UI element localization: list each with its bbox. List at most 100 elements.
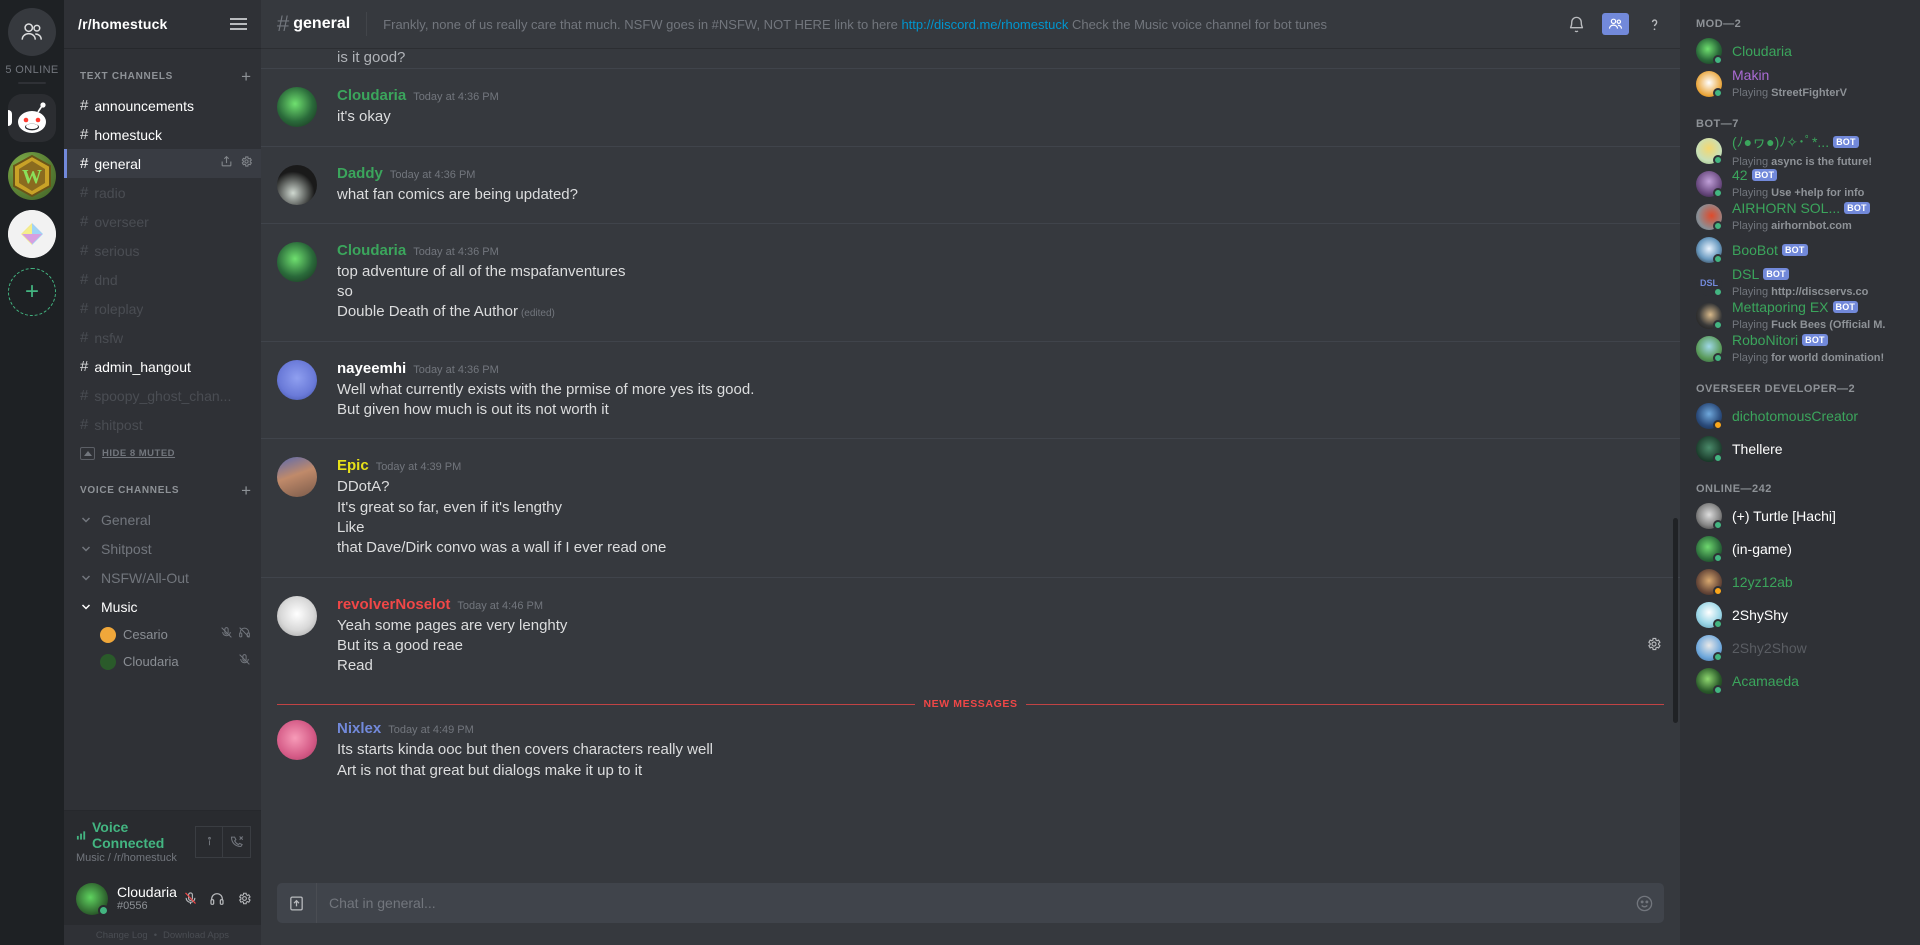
invite-icon[interactable] [220, 155, 233, 173]
guild-icon-reddit[interactable] [8, 94, 56, 142]
sidebar-item-general[interactable]: # general [64, 149, 261, 178]
avatar[interactable] [277, 241, 317, 282]
member-item[interactable]: Thellere [1680, 432, 1920, 465]
guild-icon-pastel[interactable] [8, 210, 56, 258]
sidebar-item-spoopy-ghost-chan[interactable]: # spoopy_ghost_chan... [64, 381, 261, 410]
avatar [1696, 137, 1723, 165]
bell-icon[interactable] [1567, 15, 1586, 34]
upload-icon[interactable] [277, 883, 317, 923]
sidebar-item-nsfw[interactable]: # nsfw [64, 323, 261, 352]
sidebar-item-radio[interactable]: # radio [64, 178, 261, 207]
change-log-link[interactable]: Change Log [96, 930, 148, 941]
message-line: Yeah some pages are very lenghty [337, 616, 568, 634]
message-author[interactable]: revolverNoselot [337, 596, 450, 613]
member-item[interactable]: 2Shy2Show [1680, 631, 1920, 664]
message-timestamp: Today at 4:39 PM [375, 461, 462, 474]
help-icon[interactable] [1645, 15, 1664, 34]
sidebar-item-overseer[interactable]: # overseer [64, 207, 261, 236]
text-channels-category[interactable]: TEXT CHANNELS + [64, 64, 261, 88]
signal-icon [76, 831, 86, 840]
member-name: dichotomousCreator [1732, 407, 1859, 424]
headphones-icon[interactable] [204, 884, 231, 914]
message-composer[interactable]: Chat in general... [277, 883, 1664, 923]
voice-channel-general[interactable]: General [64, 505, 261, 534]
member-item[interactable]: 2ShyShy [1680, 598, 1920, 631]
mic-muted-icon[interactable] [177, 884, 204, 914]
hide-muted-button[interactable]: HIDE 8 MUTED [64, 442, 261, 465]
avatar[interactable] [277, 87, 317, 128]
add-voice-channel-icon[interactable]: + [241, 482, 251, 499]
sidebar-item-shitpost[interactable]: # shitpost [64, 410, 261, 439]
add-server-button[interactable]: + [8, 268, 56, 316]
voice-channels-category[interactable]: VOICE CHANNELS + [64, 478, 261, 502]
voice-channel-nsfw-all-out[interactable]: NSFW/All-Out [64, 563, 261, 592]
sidebar-item-admin-hangout[interactable]: # admin_hangout [64, 352, 261, 381]
guild-header[interactable]: /r/homestuck [64, 0, 261, 48]
member-item[interactable]: Makin Playing StreetFighterV [1680, 67, 1920, 100]
member-list[interactable]: MOD—2 Cloudaria Makin Playing StreetFigh… [1680, 0, 1920, 945]
avatar [1696, 203, 1723, 231]
member-item[interactable]: BooBot BOT [1680, 233, 1920, 266]
members-icon[interactable] [1602, 13, 1629, 35]
member-item[interactable]: Cloudaria [1680, 34, 1920, 67]
download-apps-link[interactable]: Download Apps [163, 930, 229, 941]
voice-channel-music[interactable]: Music [64, 592, 261, 621]
message-author[interactable]: Daddy [337, 165, 383, 182]
activity-prefix: Playing [1732, 219, 1772, 232]
message-scroll[interactable]: is it good? Cloudaria Today at 4:36 PM i… [261, 48, 1680, 883]
disconnect-call-icon[interactable] [223, 825, 251, 858]
channel-list: TEXT CHANNELS + # announcements # homest… [64, 48, 261, 810]
message-input[interactable]: Chat in general... [317, 895, 1624, 911]
member-item[interactable]: AIRHORN SOL... BOT Playing airhornbot.com [1680, 200, 1920, 233]
hamburger-menu-icon[interactable] [230, 18, 247, 30]
avatar[interactable] [277, 720, 317, 761]
member-item[interactable]: (ﾉ●ヮ●)ﾉ✧･ﾟ*... BOT Playing async is the f… [1680, 133, 1920, 168]
add-text-channel-icon[interactable]: + [241, 68, 251, 85]
sidebar-item-roleplay[interactable]: # roleplay [64, 294, 261, 323]
message-author[interactable]: Epic [337, 457, 369, 474]
member-item[interactable]: Acamaeda [1680, 664, 1920, 697]
member-item[interactable]: dichotomousCreator [1680, 399, 1920, 432]
guild-icon-warcraft[interactable]: W [8, 152, 56, 200]
member-item[interactable]: DSL DSL BOT Playing http://discservs.co [1680, 266, 1920, 299]
message-actions-gear-icon[interactable] [1646, 636, 1662, 657]
message-line: It's great so far, even if it's lengthy [337, 498, 563, 516]
member-item[interactable]: (in-game) [1680, 532, 1920, 565]
sidebar-item-homestuck[interactable]: # homestuck [64, 120, 261, 149]
message-author[interactable]: Cloudaria [337, 242, 406, 259]
member-name: BooBot [1732, 241, 1778, 258]
message-author[interactable]: Cloudaria [337, 87, 406, 104]
voice-channel-shitpost[interactable]: Shitpost [64, 534, 261, 563]
avatar[interactable] [277, 359, 317, 400]
member-item[interactable]: (+) Turtle [Hachi] [1680, 499, 1920, 532]
avatar[interactable] [277, 164, 317, 205]
member-item[interactable]: Mettaporing EX BOT Playing Fuck Bees (Off… [1680, 299, 1920, 332]
online-count: 5 ONLINE [5, 64, 59, 76]
voice-info-icon[interactable] [195, 825, 223, 858]
member-item[interactable]: 12yz12ab [1680, 565, 1920, 598]
friends-icon[interactable] [8, 8, 56, 56]
status-indicator [1713, 618, 1723, 629]
channel-settings-gear-icon[interactable] [240, 155, 253, 173]
status-indicator [1713, 187, 1723, 198]
message: Cloudaria Today at 4:36 PM top adventure… [261, 222, 1680, 341]
message-author[interactable]: nayeemhi [337, 360, 406, 377]
voice-member-cloudaria[interactable]: Cloudaria [64, 648, 261, 675]
sidebar-item-announcements[interactable]: # announcements [64, 91, 261, 120]
hash-icon: # [80, 155, 89, 172]
voice-member-cesario[interactable]: Cesario [64, 621, 261, 648]
member-item[interactable]: 42 BOT Playing Use +help for info [1680, 167, 1920, 200]
topic-link[interactable]: http://discord.me/rhomestuck [901, 17, 1068, 32]
avatar[interactable] [277, 595, 317, 636]
channel-label: shitpost [94, 416, 143, 433]
avatar[interactable] [277, 457, 317, 498]
sidebar-item-dnd[interactable]: # dnd [64, 265, 261, 294]
gear-icon[interactable] [231, 884, 258, 914]
avatar[interactable] [76, 882, 109, 916]
member-name: (ﾉ●ヮ●)ﾉ✧･ﾟ*... [1732, 133, 1830, 150]
member-item[interactable]: RoboNitori BOT Playing for world dominati… [1680, 332, 1920, 365]
message-scrollbar[interactable] [1673, 518, 1678, 723]
message-author[interactable]: Nixlex [337, 720, 381, 737]
emoji-icon[interactable] [1624, 894, 1664, 913]
sidebar-item-serious[interactable]: # serious [64, 236, 261, 265]
